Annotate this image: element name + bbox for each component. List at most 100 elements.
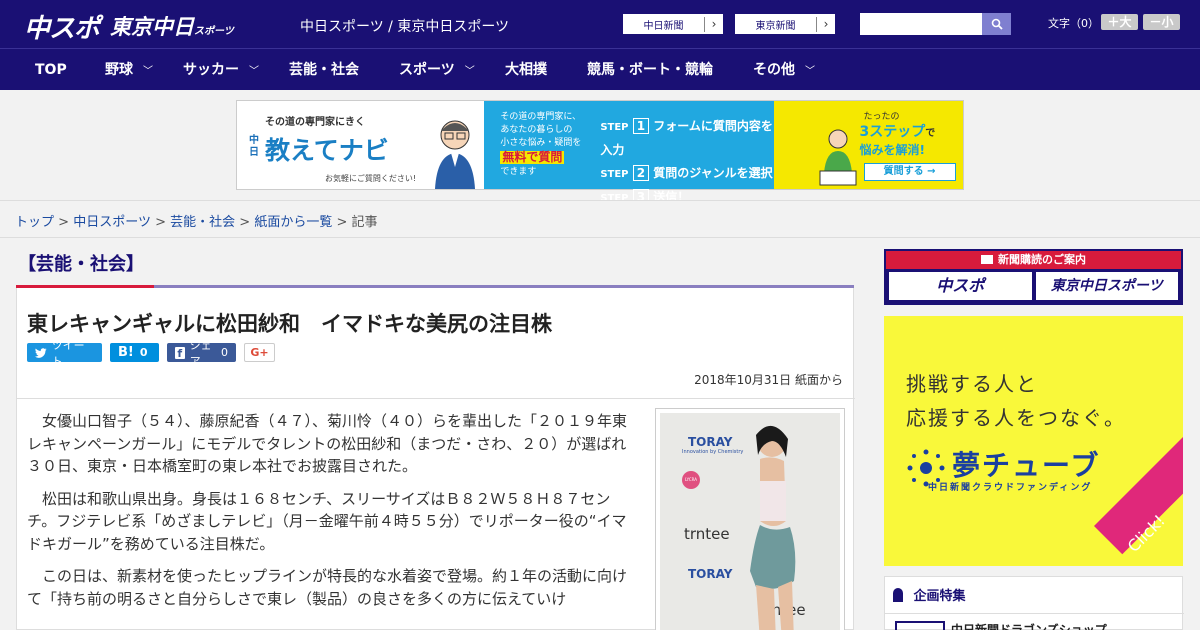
yume-sub: 中日新聞クラウドファンディング <box>928 483 1093 493</box>
step-text: 質問のジャンルを選択 <box>653 166 773 180</box>
breadcrumb-sep: > <box>58 215 70 230</box>
tweet-button[interactable]: ツイート <box>27 339 102 368</box>
search-icon <box>991 18 1003 30</box>
banner-brand: 教えてナビ <box>265 136 389 165</box>
banner-right-solve: 悩みを解消! <box>859 143 925 157</box>
google-plus-button[interactable]: G+ <box>244 343 275 362</box>
article: 東レキャンギャルに松田紗和 イマドキな美尻の注目株 ツイート B! 0 f シェ… <box>16 288 855 630</box>
arrow-right-icon: → <box>927 166 936 177</box>
banner-right-de: で <box>925 128 936 139</box>
nav-item-other[interactable]: その他 ﹀ <box>753 49 815 91</box>
facebook-share-label: シェア <box>189 338 212 368</box>
special-features-title: 企画特集 <box>893 585 966 604</box>
tokyo-shimbun-label: 東京新聞 <box>735 16 817 32</box>
chevron-down-icon: ﹀ <box>143 66 153 77</box>
step-number: 1 <box>632 118 650 134</box>
nav-item-soccer[interactable]: サッカー ﹀ <box>183 49 259 91</box>
nav-item-top[interactable]: TOP <box>35 49 67 91</box>
article-paragraph: 女優山口智子（５４）、藤原紀香（４７）、菊川怜（４０）らを輩出した「２０１９年東… <box>27 412 628 475</box>
twitter-icon <box>35 347 47 358</box>
oshiete-navi-banner[interactable]: その道の専門家にきく 中日 教えてナビ お気軽にご質問ください! その道の専門家… <box>236 100 964 205</box>
special-features-title-text: 企画特集 <box>913 589 966 604</box>
step-word: STEP <box>600 122 629 133</box>
breadcrumb-sep: > <box>336 215 348 230</box>
photo-lycra-logo: LYCRA <box>682 471 700 489</box>
nav-item-label: サッカー <box>183 62 239 78</box>
article-photo[interactable]: TORAY Innovation by Chemistry LYCRA trnt… <box>655 408 845 630</box>
nav-item-label: 芸能・社会 <box>289 62 359 78</box>
dragons-shop-link[interactable]: 中日新聞ドラゴンズショップ <box>951 621 1107 630</box>
dragons-shop-thumbnail[interactable] <box>895 621 945 630</box>
banner-steps: STEP 1 フォームに質問内容を入力 STEP 2 質問のジャンルを選択 ST… <box>600 115 773 210</box>
hatena-count: 0 <box>139 346 148 359</box>
google-plus-icon: G+ <box>250 346 269 359</box>
hatena-icon: B! <box>118 345 134 360</box>
tokyo-chunichi-logo-sub: スポーツ <box>194 26 234 37</box>
nav-item-racing[interactable]: 競馬・ボート・競輪 <box>587 49 713 91</box>
facebook-share-count: 0 <box>221 346 228 359</box>
nav-item-label: スポーツ <box>399 62 455 78</box>
nav-item-sports[interactable]: スポーツ ﹀ <box>399 49 475 91</box>
ribbon-icon <box>893 588 903 602</box>
banner-middle: その道の専門家に、 あなたの暮らしの 小さな悩み・疑問を 無料で質問 できます … <box>484 101 774 205</box>
banner-right-big-text: 3ステップ <box>859 124 926 140</box>
newspaper-icon <box>981 255 993 264</box>
chevron-down-icon: ﹀ <box>464 66 475 77</box>
banner-step-2: STEP 2 質問のジャンルを選択 <box>600 162 773 186</box>
banner-mid-line: できます <box>500 167 537 177</box>
breadcrumb-current: 記事 <box>351 215 378 230</box>
breadcrumb-top[interactable]: トップ <box>15 215 54 230</box>
model-figure-icon <box>750 425 796 630</box>
subscription-box[interactable]: 新聞購読のご案内 中スポ 東京中日スポーツ <box>884 249 1183 305</box>
breadcrumb-entertainment[interactable]: 芸能・社会 <box>170 215 235 230</box>
special-features-box: 企画特集 中日新聞ドラゴンズショップ <box>884 576 1184 630</box>
banner-question-button[interactable]: 質問する → <box>863 163 956 181</box>
nav-item-sumo[interactable]: 大相撲 <box>505 49 547 91</box>
article-headline: 東レキャンギャルに松田紗和 イマドキな美尻の注目株 <box>27 312 552 336</box>
facebook-share-button[interactable]: f シェア 0 <box>167 339 236 368</box>
article-date: 2018年10月31日 紙面から <box>694 373 843 387</box>
breadcrumb-bar: トップ > 中日スポーツ > 芸能・社会 > 紙面から一覧 > 記事 <box>0 200 1200 238</box>
font-size-down-button[interactable]: －小 <box>1143 14 1180 30</box>
yume-line-1: 挑戦する人と <box>906 372 1038 396</box>
banner-left: その道の専門家にきく 中日 教えてナビ お気軽にご質問ください! <box>237 101 485 189</box>
tokyo-shimbun-link[interactable]: 東京新聞 › <box>734 13 836 35</box>
chevron-down-icon: ﹀ <box>805 66 815 77</box>
article-paragraph: 松田は和歌山県出身。身長は１６８センチ、スリーサイズはＢ８２Ｗ５８Ｈ８７センチ。… <box>27 489 627 553</box>
facebook-icon: f <box>175 346 185 360</box>
hatena-bookmark-button[interactable]: B! 0 <box>110 343 159 362</box>
site-name[interactable]: 中日スポーツ / 東京中日スポーツ <box>300 16 509 36</box>
banner-question-label: 質問する <box>883 166 924 177</box>
banner-right: たったの 3ステップで 悩みを解消! 質問する → <box>773 101 963 189</box>
article-paragraph: この日は、新素材を使ったヒップラインが特長的な水着姿で登場。約１年の活動に向けて… <box>27 567 628 608</box>
chevron-down-icon: ﹀ <box>249 66 259 77</box>
banner-step-1: STEP 1 フォームに質問内容を入力 <box>600 115 773 162</box>
nav-item-entertainment[interactable]: 芸能・社会 <box>289 49 359 91</box>
banner-mid-line: その道の専門家に、 <box>500 112 582 122</box>
breadcrumb-sep: > <box>155 215 166 230</box>
tokyo-chunichi-logo[interactable]: 東京中日スポーツ <box>110 11 234 41</box>
font-size-up-button[interactable]: ＋大 <box>1101 14 1138 30</box>
tweet-label: ツイート <box>51 338 85 368</box>
chuspo-logo[interactable]: 中スポ <box>24 8 100 45</box>
search-input[interactable] <box>860 13 982 35</box>
nav-item-baseball[interactable]: 野球 ﹀ <box>105 49 153 91</box>
nav-item-label: 大相撲 <box>505 62 547 78</box>
breadcrumb-paper-list[interactable]: 紙面から一覧 <box>254 215 332 230</box>
chunichi-shimbun-link[interactable]: 中日新聞 › <box>622 13 724 35</box>
chunichi-shimbun-label: 中日新聞 <box>623 16 705 32</box>
banner-free: 無料で質問 <box>500 150 565 164</box>
breadcrumb-chunichi-sports[interactable]: 中日スポーツ <box>73 215 151 230</box>
step-number: 2 <box>632 165 650 181</box>
nav-item-label: TOP <box>35 62 67 78</box>
subscribe-chuspo[interactable]: 中スポ <box>889 272 1032 300</box>
yume-tube-ad[interactable]: 挑戦する人と 応援する人をつなぐ。 夢チューブ 中日新聞クラウドファンディング … <box>884 316 1183 566</box>
subscribe-tokyo-chunichi[interactable]: 東京中日スポーツ <box>1035 272 1178 300</box>
search-button[interactable] <box>982 13 1011 35</box>
breadcrumb-sep: > <box>239 215 251 230</box>
tokyo-chunichi-logo-text: 東京中日 <box>110 15 194 39</box>
subscription-title: 新聞購読のご案内 <box>886 251 1181 269</box>
banner-mid-line: あなたの暮らしの <box>500 125 573 135</box>
subscription-title-text: 新聞購読のご案内 <box>998 253 1086 266</box>
nav-item-label: 野球 <box>105 62 133 78</box>
